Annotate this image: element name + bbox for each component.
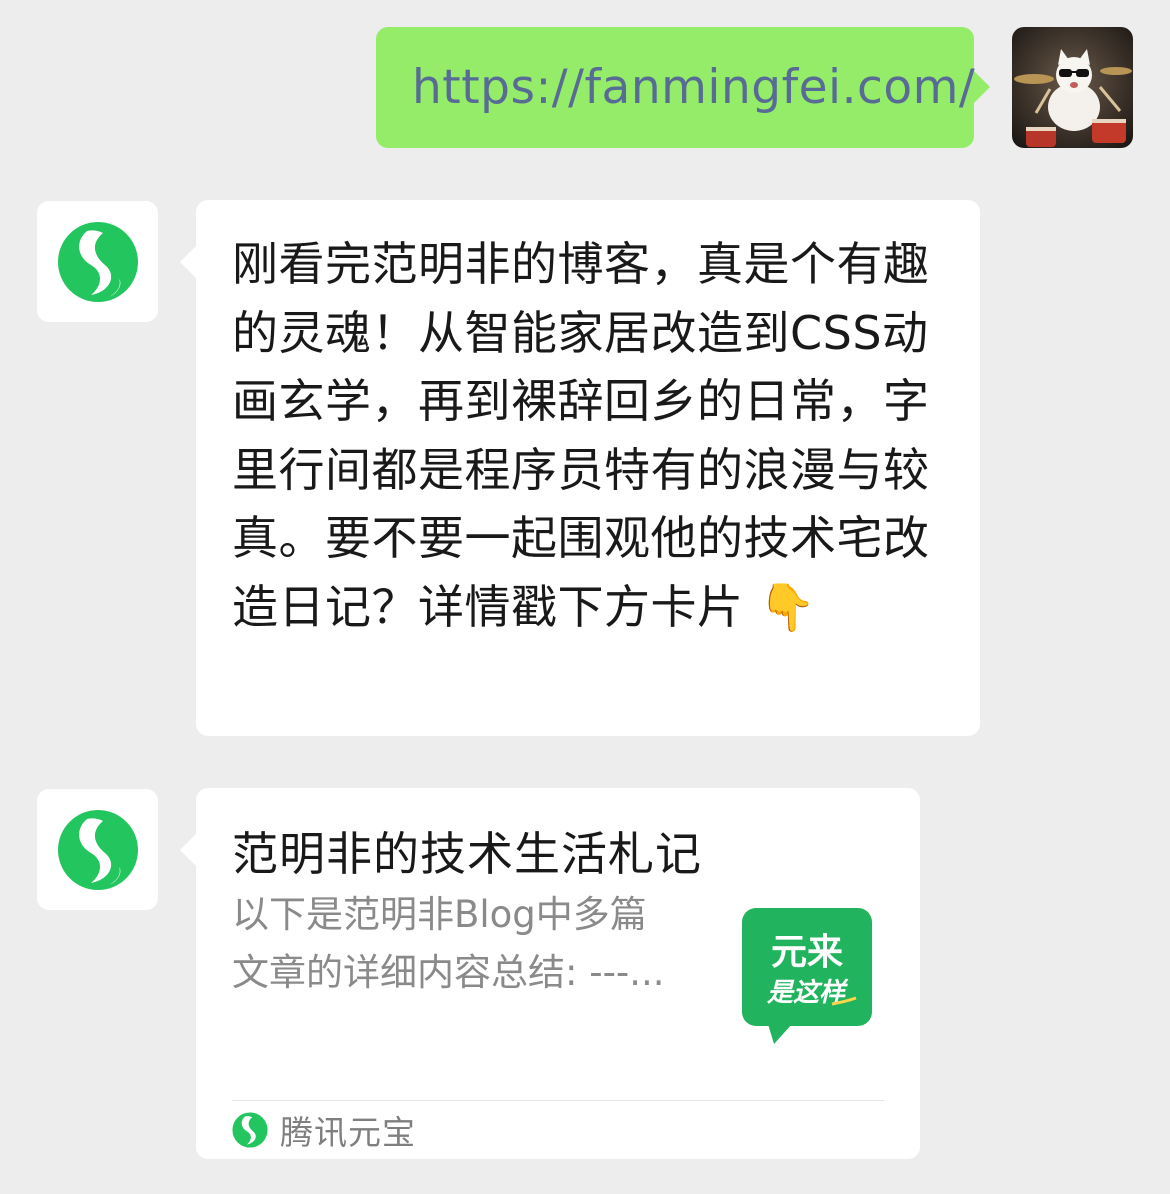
- card-divider: [232, 1100, 884, 1101]
- yuanbao-logo-icon: [57, 221, 138, 302]
- badge-line-1: 元来: [771, 932, 843, 973]
- outgoing-message-bubble[interactable]: https://fanmingfei.com/: [376, 27, 990, 148]
- card-thumbnail: 元来 是这样: [740, 906, 874, 1048]
- card-description: 以下是范明非Blog中多篇文章的详细内容总结: ---...: [232, 893, 665, 994]
- cat-drummer-avatar-icon: [1012, 27, 1133, 148]
- yuanbao-logo-icon: [57, 809, 138, 890]
- card-title: 范明非的技术生活札记: [232, 827, 702, 881]
- card-footer: 腾讯元宝: [232, 1110, 416, 1152]
- card-source-label: 腾讯元宝: [280, 1113, 416, 1152]
- bot-reply-bubble[interactable]: 刚看完范明非的博客，真是个有趣的灵魂！从智能家居改造到CSS动画玄学，再到裸辞回…: [180, 200, 980, 736]
- yuanlaishizheyang-badge-icon: 元来 是这样: [742, 908, 872, 1044]
- yuanbao-small-logo-icon: [232, 1112, 268, 1148]
- bot-avatar[interactable]: [37, 789, 158, 910]
- bot-avatar[interactable]: [37, 201, 158, 322]
- user-avatar[interactable]: [1012, 27, 1133, 148]
- link-card[interactable]: 范明非的技术生活札记 以下是范明非Blog中多篇文章的详细内容总结: ---..…: [180, 788, 920, 1159]
- url-link[interactable]: https://fanmingfei.com/: [412, 60, 975, 115]
- bot-reply-text: 刚看完范明非的博客，真是个有趣的灵魂！从智能家居改造到CSS动画玄学，再到裸辞回…: [232, 237, 930, 634]
